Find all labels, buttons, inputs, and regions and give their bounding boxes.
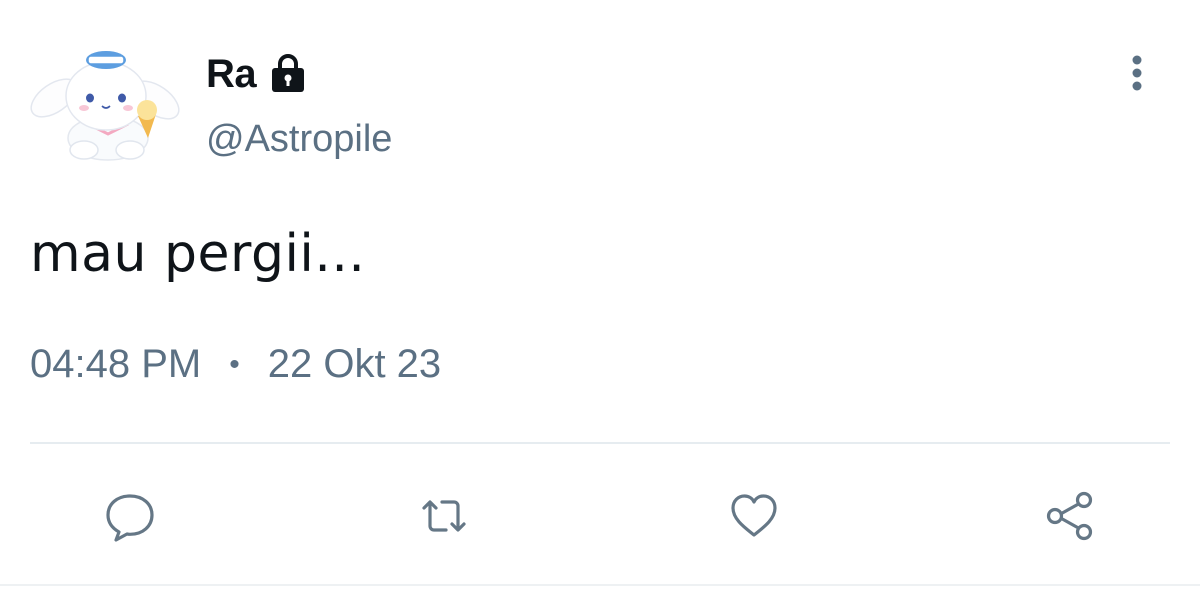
- tweet-timestamp[interactable]: 04:48 PM • 22 Okt 23: [30, 342, 441, 387]
- tweet-time: 04:48 PM: [30, 342, 202, 386]
- meta-separator: •: [229, 347, 240, 381]
- retweet-icon: [422, 500, 466, 532]
- tweet-text: mau pergii...: [30, 224, 366, 284]
- author-name-row: Ra: [206, 48, 310, 100]
- tweet-date: 22 Okt 23: [267, 342, 442, 386]
- reply-button[interactable]: [100, 486, 160, 546]
- retweet-button[interactable]: [414, 486, 474, 546]
- more-vertical-icon: [1132, 55, 1142, 91]
- avatar[interactable]: [26, 30, 186, 162]
- cinnamoroll-avatar-image: [30, 51, 180, 161]
- comment-icon: [106, 494, 154, 542]
- more-options-button[interactable]: [1112, 48, 1162, 98]
- share-button[interactable]: [1040, 486, 1100, 546]
- handle[interactable]: @Astropile: [206, 118, 392, 161]
- divider: [30, 442, 1170, 444]
- bottom-divider: [0, 584, 1200, 586]
- lock-icon: [266, 51, 310, 95]
- like-button[interactable]: [724, 486, 784, 546]
- share-icon: [1046, 491, 1093, 541]
- heart-icon: [731, 494, 777, 537]
- display-name[interactable]: Ra: [206, 52, 257, 97]
